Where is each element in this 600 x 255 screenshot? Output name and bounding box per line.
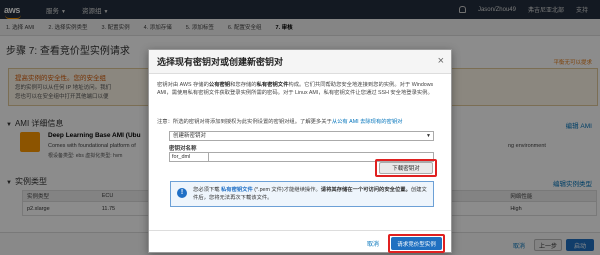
desc-bold-2: 私有密钥文件 (256, 82, 289, 88)
desc-part-1: 密钥对由 AWS 存储的 (157, 82, 209, 88)
close-icon[interactable]: × (438, 55, 444, 67)
dialog-header: 选择现有密钥对或创建新密钥对 (149, 50, 451, 74)
info-bold-1: 私有密钥文件 (220, 187, 253, 193)
desc-bold-1: 公有密钥 (208, 82, 231, 88)
key-pair-name-label: 密钥对名称 (169, 146, 197, 152)
info-part-2: (*.pem 文件)才能继续操作。 (254, 187, 321, 193)
key-pair-name-input[interactable] (169, 152, 209, 162)
info-text: 您必须下载 私有密钥文件 (*.pem 文件)才能继续操作。请将其存储在一个可访… (193, 186, 431, 202)
key-pair-option-select[interactable]: 创建新密钥对 ▼ (169, 131, 434, 141)
info-alert: ! 您必须下载 私有密钥文件 (*.pem 文件)才能继续操作。请将其存储在一个… (170, 181, 434, 207)
info-icon: ! (177, 188, 187, 198)
info-bold-2: 请将其存储在一个可访问的安全位置。 (320, 187, 411, 193)
dialog-description: 密钥对由 AWS 存储的公有密钥和您存储的私有密钥文件构成。它们共同帮助您安全地… (157, 81, 449, 97)
key-pair-dialog: 选择现有密钥对或创建新密钥对 × 密钥对由 AWS 存储的公有密钥和您存储的私有… (148, 49, 452, 253)
dialog-cancel-button[interactable]: 取消 (367, 239, 379, 248)
note-text: 注意：所选的密钥对将添加到授权为此实例设置的密钥对组。了解更多关于 (157, 119, 332, 125)
dialog-title: 选择现有密钥对或创建新密钥对 (157, 57, 284, 67)
request-spot-instance-button[interactable]: 请求竞价型实例 (391, 237, 442, 250)
info-part-1: 您必须下载 (193, 187, 220, 193)
note-link[interactable]: 从公有 AMI 去除现有的密钥对 (332, 119, 403, 125)
dialog-footer: 取消 请求竞价型实例 (149, 230, 451, 254)
dropdown-arrow-icon: ▼ (426, 133, 431, 139)
dialog-note: 注意：所选的密钥对将添加到授权为此实例设置的密钥对组。了解更多关于从公有 AMI… (157, 117, 449, 125)
desc-part-2: 和您存储的 (230, 82, 257, 88)
download-key-pair-button[interactable]: 下载密钥对 (379, 162, 433, 174)
select-value: 创建新密钥对 (173, 133, 207, 139)
